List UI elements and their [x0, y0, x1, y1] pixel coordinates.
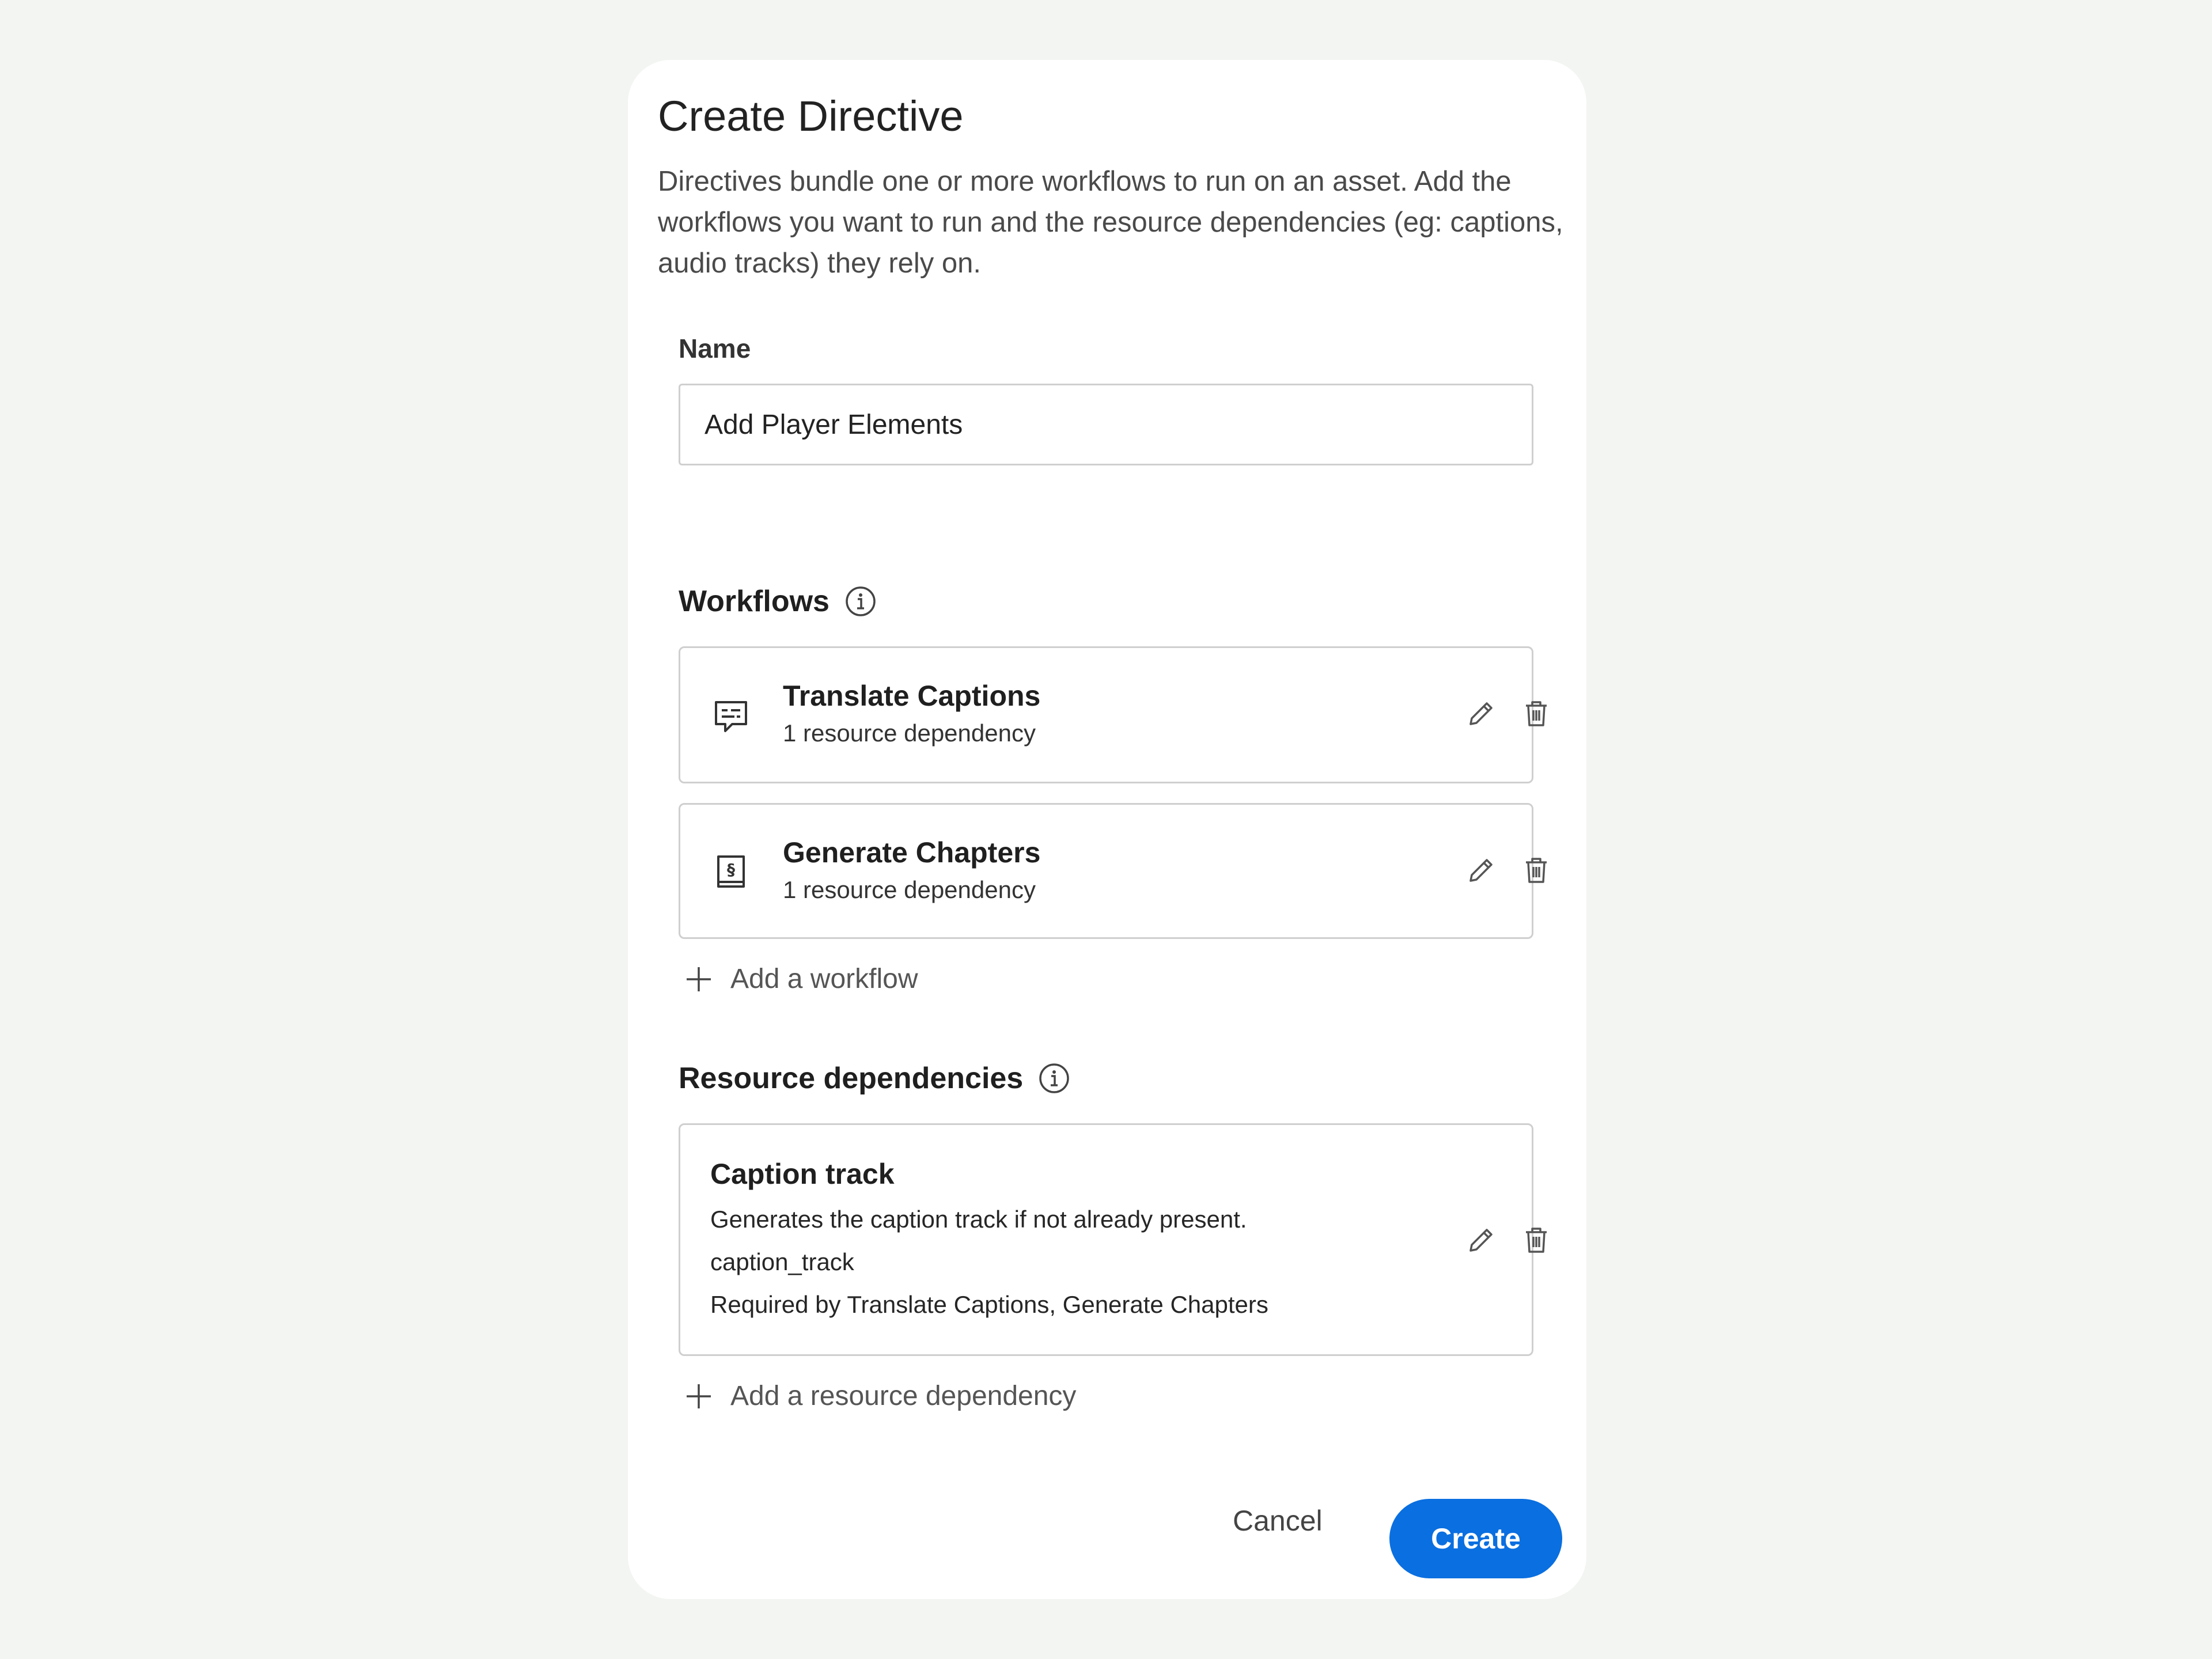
workflows-heading: Workflows: [679, 584, 877, 619]
plus-icon: [687, 1384, 711, 1408]
dialog-title: Create Directive: [658, 92, 964, 140]
resources-heading-label: Resource dependencies: [679, 1062, 1024, 1095]
name-input[interactable]: [679, 384, 1533, 465]
resource-key: caption_track: [710, 1248, 854, 1275]
add-workflow-button[interactable]: Add a workflow: [684, 963, 918, 995]
edit-icon[interactable]: [1466, 699, 1496, 729]
info-icon[interactable]: [1038, 1062, 1070, 1094]
captions-icon: [715, 701, 747, 732]
workflow-subtitle: 1 resource dependency: [783, 719, 1036, 747]
resource-required-by: Required by Translate Captions, Generate…: [710, 1291, 1268, 1318]
workflow-card[interactable]: Translate Captions 1 resource dependency: [679, 646, 1547, 783]
workflow-title: Translate Captions: [783, 680, 1041, 712]
add-resource-dependency-button[interactable]: Add a resource dependency: [684, 1380, 1076, 1412]
info-icon[interactable]: [844, 585, 877, 618]
edit-icon[interactable]: [1466, 855, 1496, 885]
svg-text:§: §: [727, 860, 735, 879]
create-directive-dialog: Create Directive Directives bundle one o…: [628, 60, 1586, 1599]
dialog-description: Directives bundle one or more workflows …: [658, 166, 1563, 279]
resource-description: Generates the caption track if not alrea…: [710, 1206, 1247, 1233]
resource-title: Caption track: [710, 1158, 895, 1190]
delete-icon[interactable]: [1521, 855, 1551, 885]
workflow-card[interactable]: § Generate Chapters 1 resource dependenc…: [679, 803, 1547, 939]
chapters-icon: §: [717, 855, 745, 888]
resources-heading: Resource dependencies: [679, 1061, 1070, 1096]
create-button[interactable]: Create: [1389, 1499, 1562, 1578]
delete-icon[interactable]: [1521, 1225, 1551, 1255]
name-label: Name: [679, 334, 751, 363]
add-resource-dependency-label: Add a resource dependency: [730, 1381, 1077, 1411]
workflow-title: Generate Chapters: [783, 836, 1041, 869]
workflow-subtitle: 1 resource dependency: [783, 876, 1036, 903]
resource-card[interactable]: Caption track Generates the caption trac…: [679, 1123, 1547, 1356]
delete-icon[interactable]: [1521, 699, 1551, 729]
workflows-heading-label: Workflows: [679, 585, 830, 618]
plus-icon: [687, 967, 711, 991]
add-workflow-label: Add a workflow: [730, 964, 918, 994]
cancel-button[interactable]: Cancel: [1210, 1498, 1346, 1544]
edit-icon[interactable]: [1466, 1225, 1496, 1255]
